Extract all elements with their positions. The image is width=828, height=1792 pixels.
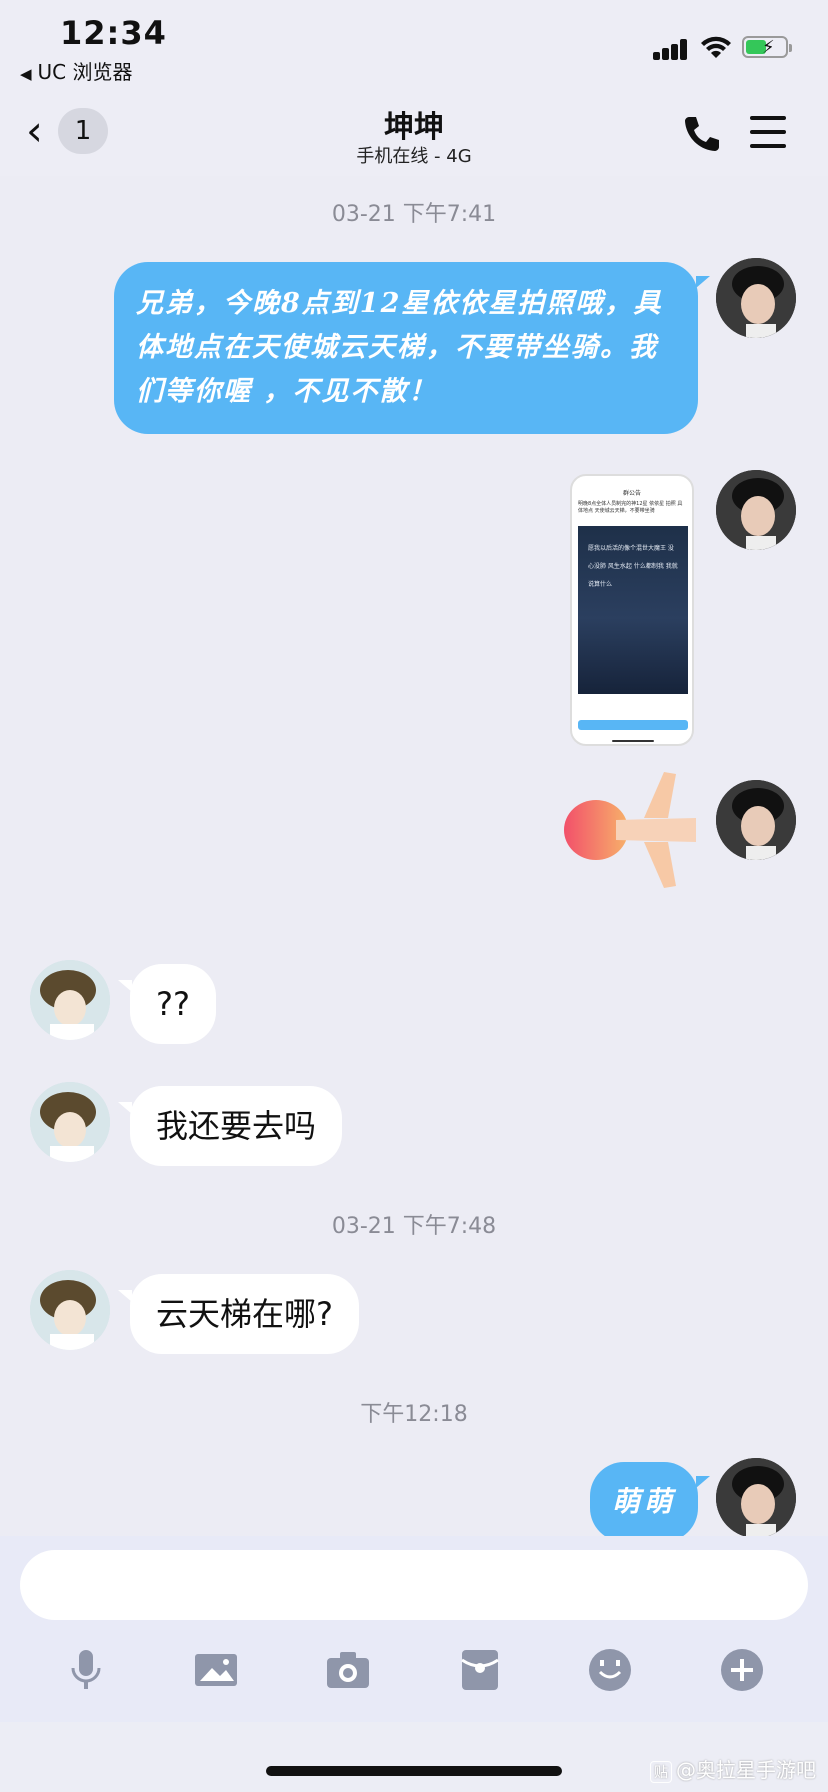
- avatar-self[interactable]: [716, 1458, 796, 1538]
- camera-icon[interactable]: [324, 1646, 372, 1694]
- bubble-tail: [696, 276, 710, 288]
- avatar-contact[interactable]: [30, 960, 110, 1040]
- avatar-self[interactable]: [716, 780, 796, 860]
- cellular-signal-icon: [653, 38, 693, 60]
- shot-photo: 愿我以后活的像个混世大魔王 没心没肺 风生水起 什么都制我 我就说算什么: [578, 526, 688, 694]
- shot-text: 明晚8点全体人员制完的神12星 依依星 拍照 具体地点 天使城云天梯，不要带坐骑: [578, 501, 683, 514]
- avatar-self[interactable]: [716, 258, 796, 338]
- battery-icon: ⚡: [742, 36, 792, 58]
- bubble-tail: [696, 1476, 710, 1488]
- emoji-icon[interactable]: [586, 1646, 634, 1694]
- timestamp: 03-21 下午7:48: [331, 1214, 497, 1239]
- bubble-tail: [118, 980, 132, 992]
- timestamp: 下午12:18: [360, 1402, 468, 1427]
- watermark: 贴 @奥拉星手游吧: [650, 1754, 816, 1783]
- message-bubble-sent[interactable]: 兄弟，今晚8点到12星依依星拍照哦，具体地点在天使城云天梯，不要带坐骑。我们等你…: [114, 262, 698, 434]
- avatar-self[interactable]: [716, 470, 796, 550]
- red-packet-icon[interactable]: [456, 1646, 504, 1694]
- shot-quote: 愿我以后活的像个混世大魔王 没心没肺 风生水起 什么都制我 我就说算什么: [588, 545, 678, 588]
- shot-header: 群公告: [622, 490, 641, 497]
- home-indicator[interactable]: [266, 1766, 562, 1776]
- shot-button: [578, 720, 688, 730]
- status-time: 12:34: [60, 14, 167, 52]
- image-icon[interactable]: [192, 1646, 240, 1694]
- watermark-text: @奥拉星手游吧: [676, 1758, 816, 1782]
- message-bubble-received[interactable]: ??: [130, 964, 216, 1044]
- plus-icon[interactable]: [718, 1646, 766, 1694]
- back-app-label: UC 浏览器: [37, 60, 133, 84]
- plane-sticker-icon[interactable]: [556, 770, 706, 890]
- voice-icon[interactable]: [62, 1646, 110, 1694]
- avatar-contact[interactable]: [30, 1082, 110, 1162]
- back-to-app-link[interactable]: ◀ UC 浏览器: [20, 56, 133, 85]
- composer-toolbar: [0, 1646, 828, 1706]
- bubble-tail: [118, 1102, 132, 1114]
- status-bar: 12:34 ◀ UC 浏览器 ⚡: [0, 0, 828, 90]
- watermark-badge: 贴: [650, 1761, 672, 1783]
- wifi-icon: [701, 36, 731, 58]
- message-bubble-sent[interactable]: 萌萌: [590, 1462, 698, 1542]
- message-input[interactable]: [20, 1550, 808, 1620]
- image-message[interactable]: 群公告 明晚8点全体人员制完的神12星 依依星 拍照 具体地点 天使城云天梯，不…: [570, 474, 694, 746]
- shot-home-indicator: [612, 740, 654, 742]
- bubble-tail: [118, 1290, 132, 1302]
- back-triangle-icon: ◀: [20, 65, 32, 83]
- message-bubble-received[interactable]: 云天梯在哪?: [130, 1274, 359, 1354]
- composer: [0, 1536, 828, 1722]
- timestamp: 03-21 下午7:41: [331, 202, 497, 227]
- menu-icon[interactable]: [750, 116, 790, 150]
- message-bubble-received[interactable]: 我还要去吗: [130, 1086, 343, 1166]
- phone-call-icon[interactable]: [680, 112, 724, 156]
- chat-header: ‹ 1 坤坤 手机在线 - 4G: [0, 90, 828, 176]
- avatar-contact[interactable]: [30, 1270, 110, 1350]
